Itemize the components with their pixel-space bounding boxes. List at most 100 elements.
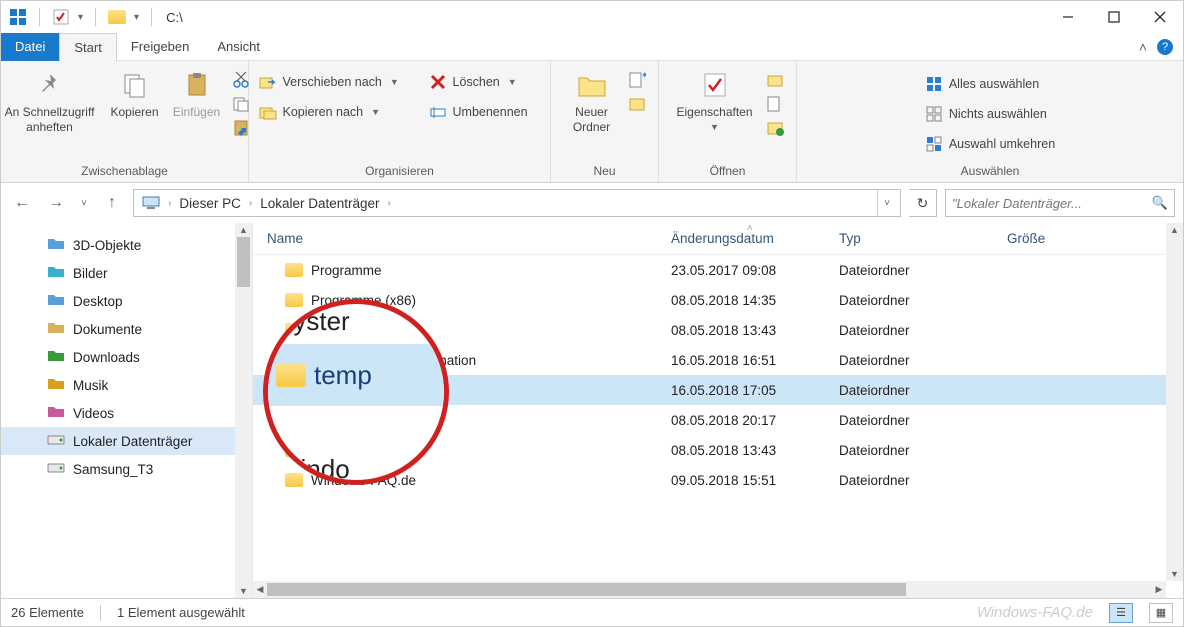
tab-view[interactable]: Ansicht [203, 33, 274, 61]
move-to-icon [259, 73, 277, 91]
select-all-button[interactable]: Alles auswählen [921, 71, 1059, 97]
ribbon-group-open-label: Öffnen [710, 162, 746, 180]
properties-qat-icon[interactable] [52, 8, 70, 26]
tab-home[interactable]: Start [59, 33, 116, 61]
file-date: 16.05.2018 16:51 [657, 353, 825, 368]
file-date: 09.05.2018 15:51 [657, 473, 825, 488]
drive-icon [47, 432, 65, 450]
col-header-type[interactable]: Typ [825, 231, 993, 246]
scroll-thumb[interactable] [267, 583, 906, 596]
col-header-name[interactable]: Name [253, 231, 657, 246]
tab-file[interactable]: Datei [1, 33, 59, 61]
chevron-right-icon[interactable]: › [245, 198, 256, 209]
pin-to-quick-access-button[interactable]: An Schnellzugriff anheften [0, 65, 102, 135]
open-icon[interactable] [766, 71, 784, 89]
file-type: Dateiordner [825, 293, 993, 308]
properties-button[interactable]: Eigenschaften ▼ [670, 65, 760, 133]
nav-item-label: Lokaler Datenträger [73, 434, 192, 449]
minimize-button[interactable] [1045, 1, 1091, 33]
invert-selection-button[interactable]: Auswahl umkehren [921, 131, 1059, 157]
nav-item[interactable]: Videos [1, 399, 252, 427]
copy-to-button[interactable]: Kopieren nach▼ [255, 99, 421, 125]
status-item-count: 26 Elemente [11, 605, 84, 620]
breadcrumb-bar[interactable]: › Dieser PC › Lokaler Datenträger › ˅ [133, 189, 901, 217]
navigation-pane: 3D-ObjekteBilderDesktop Dokumente Download… [1, 223, 253, 598]
close-button[interactable] [1137, 1, 1183, 33]
qat-dropdown-icon[interactable]: ▾ [78, 12, 83, 23]
tab-share[interactable]: Freigeben [117, 33, 204, 61]
file-type: Dateiordner [825, 473, 993, 488]
crumb-this-pc[interactable]: Dieser PC [175, 196, 245, 211]
search-box[interactable]: "Lokaler Datenträger... 🔍 [945, 189, 1175, 217]
list-vertical-scrollbar[interactable]: ▲ ▼ [1166, 223, 1183, 581]
nav-item[interactable]: Lokaler Datenträger [1, 427, 252, 455]
title-dropdown-icon[interactable]: ▾ [134, 12, 139, 23]
easy-access-icon[interactable] [628, 95, 646, 113]
scroll-up-icon[interactable]: ▲ [1166, 223, 1183, 237]
nav-item[interactable]: Samsung_T3 [1, 455, 252, 483]
paste-button[interactable]: Einfügen [168, 65, 226, 120]
nav-item[interactable]: Desktop [1, 287, 252, 315]
col-header-size[interactable]: Größe [993, 231, 1093, 246]
copy-path-icon[interactable] [232, 95, 250, 113]
scroll-up-icon[interactable]: ▲ [235, 223, 252, 237]
list-horizontal-scrollbar[interactable]: ◀ ▶ [253, 581, 1166, 598]
new-folder-button[interactable]: Neuer Ordner [562, 65, 622, 135]
col-header-date[interactable]: Änderungsdatum [657, 231, 825, 246]
properties-icon [699, 69, 731, 101]
pin-icon [34, 69, 66, 101]
chevron-right-icon[interactable]: › [164, 198, 175, 209]
refresh-button[interactable]: ↻ [909, 189, 937, 217]
address-dropdown-icon[interactable]: ˅ [877, 190, 896, 216]
scroll-right-icon[interactable]: ▶ [1152, 581, 1166, 598]
rename-button[interactable]: Umbenennen [425, 99, 545, 125]
nav-item-label: Dokumente [73, 322, 142, 337]
ribbon-group-organize-label: Organisieren [365, 162, 434, 180]
folder-icon [276, 363, 306, 387]
up-button[interactable]: ↑ [99, 190, 125, 216]
select-none-button[interactable]: Nichts auswählen [921, 101, 1059, 127]
scroll-thumb[interactable] [237, 237, 250, 287]
details-view-button[interactable]: ☰ [1109, 603, 1133, 623]
edit-icon[interactable] [766, 95, 784, 113]
music-icon [47, 376, 65, 394]
thumbnails-view-button[interactable]: ▦ [1149, 603, 1173, 623]
chevron-right-icon[interactable]: › [384, 198, 395, 209]
back-button[interactable]: ← [9, 190, 35, 216]
collapse-ribbon-icon[interactable]: ˄ [1139, 39, 1147, 55]
scroll-down-icon[interactable]: ▼ [235, 584, 252, 598]
scroll-left-icon[interactable]: ◀ [253, 581, 267, 598]
new-item-icon[interactable]: ✦ [628, 71, 646, 89]
file-date: 08.05.2018 14:35 [657, 293, 825, 308]
nav-item[interactable]: Dokumente [1, 315, 252, 343]
file-type: Dateiordner [825, 443, 993, 458]
nav-scrollbar[interactable]: ▲ ▼ [235, 223, 252, 598]
nav-item[interactable]: Musik [1, 371, 252, 399]
maximize-button[interactable] [1091, 1, 1137, 33]
magnifier-callout: Syster temp Windo [263, 299, 449, 485]
file-date: 08.05.2018 13:43 [657, 323, 825, 338]
scroll-down-icon[interactable]: ▼ [1166, 567, 1183, 581]
cut-icon[interactable] [232, 71, 250, 89]
delete-button[interactable]: Löschen▼ [425, 69, 545, 95]
magnifier-focus-label: temp [314, 360, 372, 391]
folder-icon [47, 236, 65, 254]
ribbon-group-select-label: Auswählen [961, 162, 1020, 180]
nav-item[interactable]: 3D-Objekte [1, 231, 252, 259]
recent-locations-button[interactable]: ˅ [77, 190, 91, 216]
content-area: 3D-ObjekteBilderDesktop Dokumente Download… [1, 223, 1183, 598]
file-row[interactable]: Programme23.05.2017 09:08Dateiordner [253, 255, 1183, 285]
nav-item[interactable]: Bilder [1, 259, 252, 287]
history-icon[interactable] [766, 119, 784, 137]
crumb-drive[interactable]: Lokaler Datenträger [256, 196, 383, 211]
downloads-icon [47, 348, 65, 366]
file-type: Dateiordner [825, 383, 993, 398]
copy-button[interactable]: Kopieren [106, 65, 164, 120]
paste-shortcut-icon[interactable] [232, 119, 250, 137]
ribbon-tabs: Datei Start Freigeben Ansicht ˄ ? [1, 33, 1183, 61]
move-to-button[interactable]: Verschieben nach▼ [255, 69, 421, 95]
forward-button[interactable]: → [43, 190, 69, 216]
help-icon[interactable]: ? [1157, 39, 1173, 55]
copy-icon [119, 69, 151, 101]
nav-item[interactable]: Downloads [1, 343, 252, 371]
